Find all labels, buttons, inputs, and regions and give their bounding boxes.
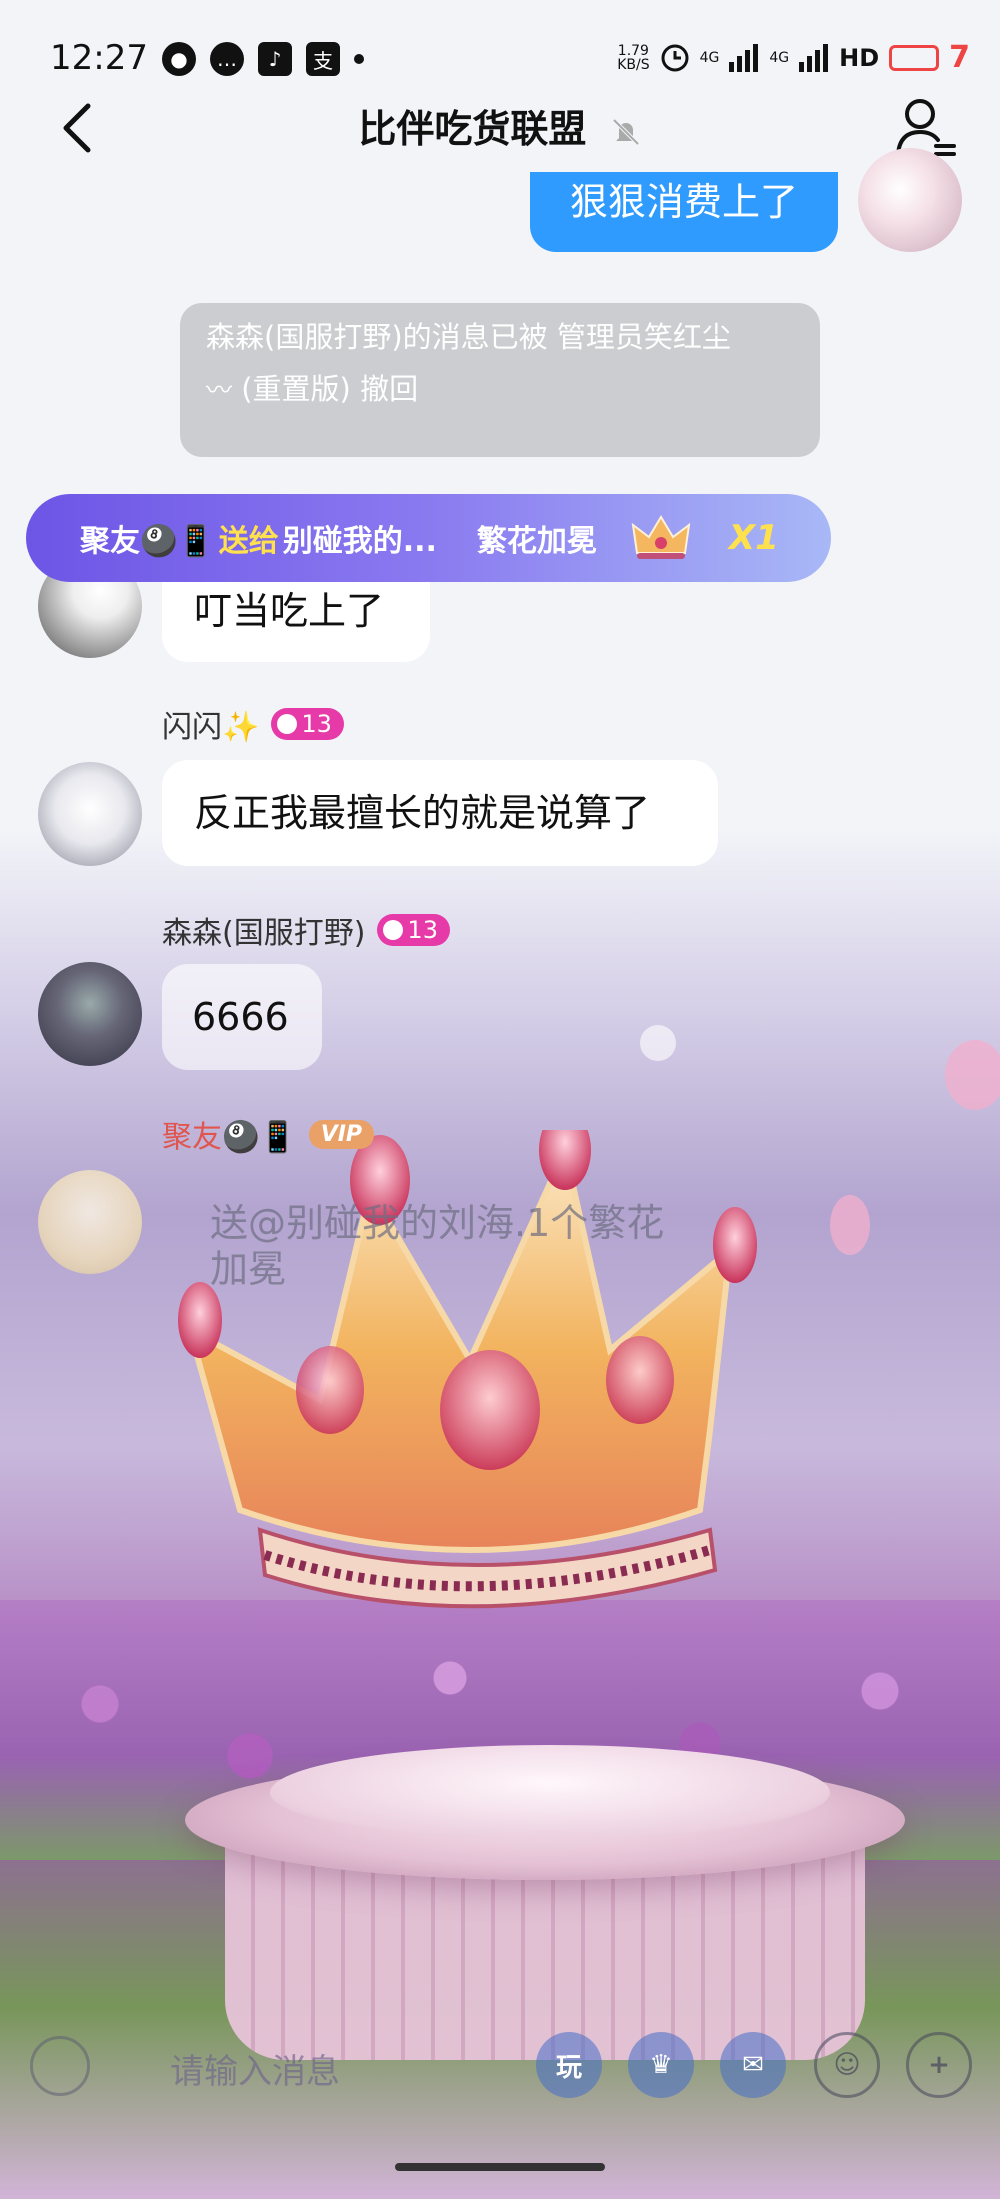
- system-status: 1.79 KB/S 4G 4G HD 7: [617, 40, 970, 75]
- message-text: 6666: [192, 995, 289, 1039]
- gem-icon: [383, 920, 404, 940]
- recall-notice-line1: 森森(国服打野)的消息已被 管理员笑红尘: [206, 320, 731, 354]
- clock: 12:27: [50, 38, 148, 78]
- dot-icon: [354, 54, 364, 64]
- sender-nickname[interactable]: 闪闪✨: [162, 702, 259, 746]
- level-badge: 13: [271, 708, 344, 740]
- gift-sender: 聚友🎱📱: [80, 524, 215, 559]
- emoji-icon[interactable]: ☺: [814, 2032, 880, 2098]
- signal-label-1: 4G: [699, 49, 720, 66]
- alipay-icon: 支: [306, 42, 340, 76]
- signal-icon: [729, 43, 759, 72]
- gift-notification-banner[interactable]: 聚友🎱📱 送给 别碰我的... 繁花加冕 X1: [26, 494, 831, 582]
- mute-bell-icon: [612, 118, 640, 145]
- notification-icons: ● … ♪ 支: [162, 42, 364, 76]
- page-title: 比伴吃货联盟: [0, 98, 1000, 153]
- message-bubble[interactable]: 反正我最擅长的就是说算了: [162, 760, 718, 866]
- input-bar: 请输入消息 玩 ♛ ✉ ☺ +: [0, 2020, 1000, 2110]
- own-avatar[interactable]: [858, 148, 962, 252]
- level-badge: 13: [377, 914, 450, 946]
- signal-icon: [799, 43, 829, 72]
- signal-label-2: 4G: [769, 49, 790, 66]
- vip-badge: VIP: [308, 1119, 375, 1149]
- chat-header: 比伴吃货联盟: [0, 80, 1000, 180]
- chat-bubble-icon: ●: [162, 42, 196, 76]
- pedestal-ring: [270, 1745, 830, 1840]
- petal: [945, 1040, 1000, 1110]
- user-avatar[interactable]: [38, 1170, 142, 1274]
- tiktok-icon: ♪: [258, 42, 292, 76]
- sender-nickname[interactable]: 聚友🎱📱: [162, 1112, 297, 1156]
- gift-name: 繁花加冕: [476, 524, 597, 559]
- home-indicator[interactable]: [395, 2163, 605, 2171]
- level-value: 13: [407, 916, 438, 944]
- message-text: 叮当吃上了: [194, 589, 385, 633]
- admin-badge-icon: 〰: [206, 376, 233, 406]
- voice-input-icon[interactable]: [30, 2036, 90, 2096]
- petal: [640, 1025, 676, 1061]
- red-packet-icon[interactable]: ✉: [720, 2032, 786, 2098]
- level-value: 13: [301, 710, 332, 738]
- crown-gift-icon: [631, 515, 691, 559]
- status-bar: 12:27 ● … ♪ 支 1.79 KB/S 4G 4G HD 7: [0, 0, 1000, 80]
- gift-recipient: 别碰我的...: [282, 524, 437, 559]
- user-avatar[interactable]: [38, 762, 142, 866]
- network-speed: 1.79 KB/S: [617, 44, 649, 72]
- own-message-bubble[interactable]: 狠狠消费上了: [530, 172, 838, 252]
- sender-nickname[interactable]: 森森(国服打野): [162, 908, 365, 952]
- gem-icon: [277, 714, 298, 734]
- gift-count: X1: [728, 518, 779, 558]
- sender-nickname-row: 森森(国服打野) 13: [162, 908, 450, 952]
- own-message-text: 狠狠消费上了: [569, 180, 798, 224]
- add-more-icon[interactable]: +: [906, 2032, 972, 2098]
- sender-nickname-row: 闪闪✨ 13: [162, 702, 344, 746]
- user-avatar[interactable]: [38, 962, 142, 1066]
- petal: [830, 1195, 870, 1255]
- battery-icon: [889, 44, 940, 71]
- group-name: 比伴吃货联盟: [358, 107, 587, 151]
- message-icon: …: [210, 42, 244, 76]
- network-speed-unit: KB/S: [617, 56, 650, 73]
- gift-message-text: 送@别碰我的刘海.1个繁花加冕: [210, 1201, 665, 1291]
- sender-nickname-row: 聚友🎱📱 VIP: [162, 1112, 375, 1156]
- trophy-icon[interactable]: ♛: [628, 2032, 694, 2098]
- battery-level: 7: [949, 40, 970, 75]
- alarm-icon: [661, 44, 689, 71]
- hd-label: HD: [839, 43, 880, 72]
- recall-notice-line2: (重置版) 撤回: [241, 372, 419, 406]
- message-bubble[interactable]: 6666: [162, 964, 322, 1070]
- recall-notice: 森森(国服打野)的消息已被 管理员笑红尘 〰 (重置版) 撤回: [180, 303, 820, 457]
- message-input[interactable]: 请输入消息: [170, 2044, 340, 2093]
- message-text: 反正我最擅长的就是说算了: [194, 791, 651, 835]
- game-tool-icon[interactable]: 玩: [536, 2032, 602, 2098]
- gift-verb: 送给: [218, 524, 279, 559]
